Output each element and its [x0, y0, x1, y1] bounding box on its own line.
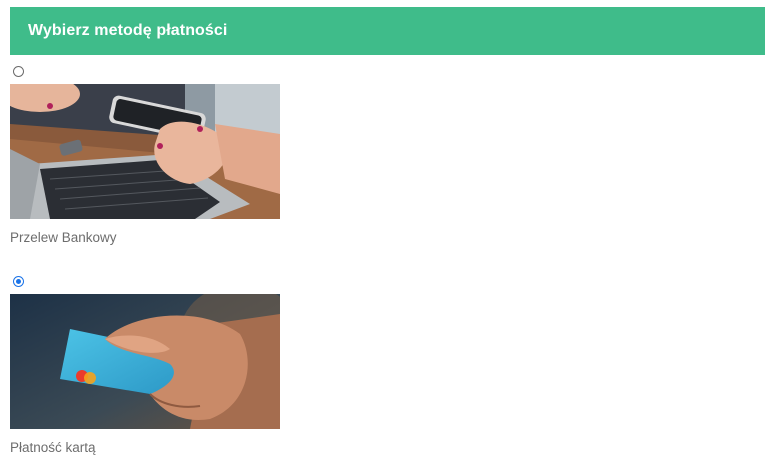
payment-method-page: Wybierz metodę płatności Przelew Bankowy…: [0, 0, 773, 462]
bank-transfer-image[interactable]: [10, 84, 280, 219]
radio-card-payment[interactable]: [13, 276, 24, 287]
radio-bank-transfer[interactable]: [13, 66, 24, 77]
card-payment-label: Płatność kartą: [10, 440, 96, 455]
section-title: Wybierz metodę płatności: [28, 22, 228, 39]
card-payment-image[interactable]: [10, 294, 280, 429]
bank-transfer-label: Przelew Bankowy: [10, 230, 117, 245]
section-header: Wybierz metodę płatności: [10, 7, 765, 55]
